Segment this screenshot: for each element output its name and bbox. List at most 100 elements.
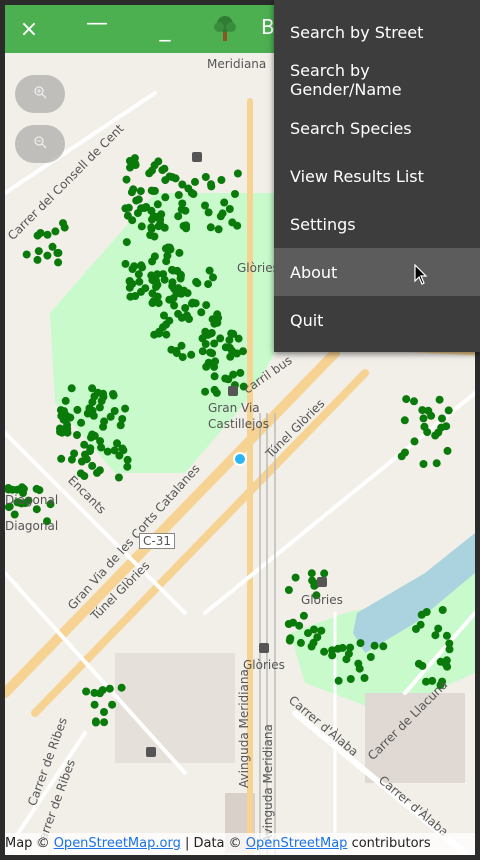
tree-marker[interactable] xyxy=(130,154,139,163)
tree-marker[interactable] xyxy=(410,437,419,446)
tree-marker[interactable] xyxy=(201,173,210,181)
tree-marker[interactable] xyxy=(164,243,172,252)
tree-marker[interactable] xyxy=(220,198,229,207)
tree-marker[interactable] xyxy=(432,459,441,468)
tree-marker[interactable] xyxy=(198,347,207,356)
tree-marker[interactable] xyxy=(418,406,427,415)
tree-marker[interactable] xyxy=(201,340,210,348)
close-button[interactable]: × xyxy=(7,5,51,53)
menu-item-search-species[interactable]: Search Species xyxy=(274,104,480,152)
tree-marker[interactable] xyxy=(216,212,225,221)
tree-marker[interactable] xyxy=(168,173,177,182)
tree-marker[interactable] xyxy=(34,247,43,256)
tree-marker[interactable] xyxy=(284,586,293,594)
tree-marker[interactable] xyxy=(103,447,112,456)
tree-marker[interactable] xyxy=(155,327,164,336)
tree-marker[interactable] xyxy=(121,259,130,268)
tree-marker[interactable] xyxy=(99,389,108,398)
tree-marker[interactable] xyxy=(217,176,226,184)
tree-marker[interactable] xyxy=(435,395,444,404)
tree-marker[interactable] xyxy=(32,484,41,493)
tree-marker[interactable] xyxy=(233,169,242,178)
tree-marker[interactable] xyxy=(201,387,210,396)
tree-marker[interactable] xyxy=(73,431,81,439)
tree-marker[interactable] xyxy=(193,279,202,288)
tree-marker[interactable] xyxy=(169,294,178,303)
tree-marker[interactable] xyxy=(416,620,425,629)
tree-marker[interactable] xyxy=(51,227,60,236)
tree-marker[interactable] xyxy=(121,404,130,413)
tree-marker[interactable] xyxy=(110,446,119,455)
tree-marker[interactable] xyxy=(154,299,163,308)
tree-marker[interactable] xyxy=(286,634,295,643)
tree-marker[interactable] xyxy=(63,413,72,422)
tree-marker[interactable] xyxy=(410,397,418,406)
tree-marker[interactable] xyxy=(100,718,109,727)
tree-marker[interactable] xyxy=(22,250,31,259)
tree-marker[interactable] xyxy=(334,644,342,653)
menu-item-quit[interactable]: Quit xyxy=(274,296,480,344)
tree-marker[interactable] xyxy=(147,223,156,232)
tree-marker[interactable] xyxy=(176,271,185,280)
tree-marker[interactable] xyxy=(90,700,99,709)
tree-marker[interactable] xyxy=(422,677,430,686)
tree-marker[interactable] xyxy=(236,368,245,377)
tree-marker[interactable] xyxy=(177,205,186,214)
tree-marker[interactable] xyxy=(210,372,219,381)
tree-marker[interactable] xyxy=(106,412,115,421)
tree-marker[interactable] xyxy=(123,211,132,220)
tree-marker[interactable] xyxy=(33,231,42,240)
tree-marker[interactable] xyxy=(427,411,436,420)
tree-marker[interactable] xyxy=(360,674,369,682)
tree-marker[interactable] xyxy=(168,278,177,287)
tree-marker[interactable] xyxy=(129,185,138,194)
tree-marker[interactable] xyxy=(204,208,213,217)
tree-marker[interactable] xyxy=(188,298,197,307)
tree-marker[interactable] xyxy=(108,700,117,709)
tree-marker[interactable] xyxy=(126,292,135,301)
tree-marker[interactable] xyxy=(209,273,217,282)
tree-marker[interactable] xyxy=(123,455,132,464)
tree-marker[interactable] xyxy=(80,440,89,449)
tree-marker[interactable] xyxy=(128,279,137,288)
tree-marker[interactable] xyxy=(184,184,193,193)
tree-marker[interactable] xyxy=(231,190,239,198)
tree-marker[interactable] xyxy=(137,261,146,270)
tree-marker[interactable] xyxy=(105,684,114,693)
tree-marker[interactable] xyxy=(342,655,351,664)
tree-marker[interactable] xyxy=(159,270,168,279)
tree-marker[interactable] xyxy=(18,483,26,492)
tree-marker[interactable] xyxy=(116,421,125,430)
tree-marker[interactable] xyxy=(43,230,52,239)
tree-marker[interactable] xyxy=(86,447,94,456)
tree-marker[interactable] xyxy=(88,384,97,393)
tree-marker[interactable] xyxy=(10,510,19,519)
tree-marker[interactable] xyxy=(57,454,66,463)
tree-marker[interactable] xyxy=(160,223,169,232)
tree-marker[interactable] xyxy=(147,206,156,215)
tree-marker[interactable] xyxy=(123,462,132,471)
tree-marker[interactable] xyxy=(212,388,221,397)
tree-marker[interactable] xyxy=(356,639,365,648)
tree-marker[interactable] xyxy=(61,396,70,405)
tree-marker[interactable] xyxy=(229,329,238,338)
tree-marker[interactable] xyxy=(438,414,446,423)
tree-marker[interactable] xyxy=(96,437,105,446)
tree-marker[interactable] xyxy=(418,661,427,670)
tree-marker[interactable] xyxy=(346,675,355,683)
tree-marker[interactable] xyxy=(422,608,431,616)
tree-marker[interactable] xyxy=(90,392,99,401)
tree-marker[interactable] xyxy=(205,266,214,275)
tree-marker[interactable] xyxy=(201,201,209,210)
tree-marker[interactable] xyxy=(443,446,452,455)
zoom-out-button[interactable] xyxy=(15,125,65,163)
tree-marker[interactable] xyxy=(310,625,318,634)
tree-marker[interactable] xyxy=(33,255,42,264)
tree-marker[interactable] xyxy=(67,384,76,393)
tree-marker[interactable] xyxy=(202,362,211,371)
menu-item-search-gender-name[interactable]: Search by Gender/Name xyxy=(274,56,480,104)
tree-marker[interactable] xyxy=(124,203,133,212)
tree-marker[interactable] xyxy=(150,252,159,261)
tree-marker[interactable] xyxy=(132,196,141,205)
tree-marker[interactable] xyxy=(187,350,196,359)
